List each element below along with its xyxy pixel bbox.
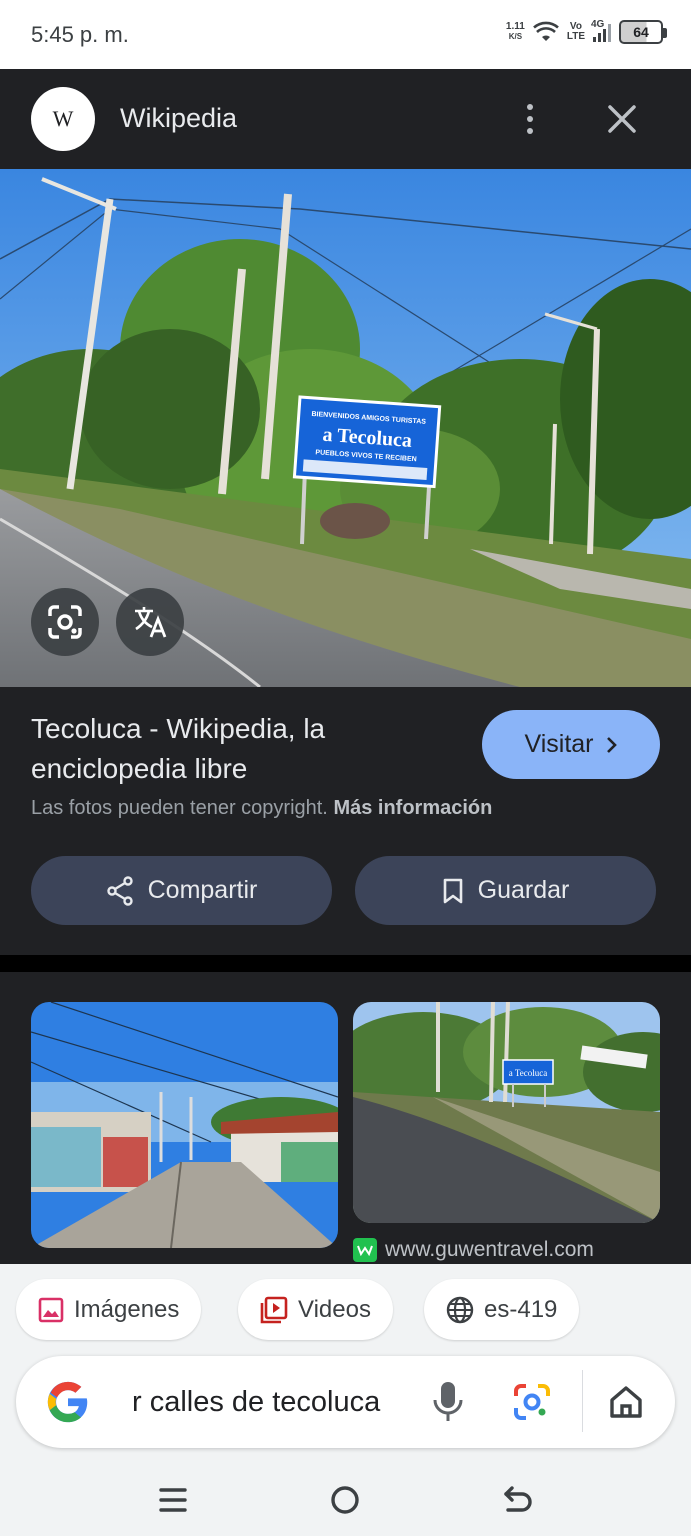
translate-button[interactable]	[116, 588, 184, 656]
home-icon[interactable]	[606, 1382, 646, 1422]
save-button[interactable]: Guardar	[355, 856, 656, 925]
share-button[interactable]: Compartir	[31, 856, 332, 925]
volte-indicator: Vo LTE	[567, 22, 585, 42]
home-nav-icon[interactable]	[325, 1480, 365, 1520]
search-bar[interactable]: r calles de tecoluca	[16, 1356, 675, 1448]
source-domain: www.guwentravel.com	[385, 1238, 594, 1261]
chevron-right-icon	[606, 736, 617, 753]
save-label: Guardar	[477, 876, 570, 904]
net-speed-value: 1.11	[505, 21, 525, 32]
chip-language-label: es-419	[484, 1295, 558, 1323]
lens-icon	[48, 605, 82, 639]
net-speed-unit: K/S	[508, 32, 523, 41]
visit-button[interactable]: Visitar	[482, 710, 660, 779]
more-options-button[interactable]	[510, 95, 550, 143]
related-source[interactable]: www.guwentravel.com	[353, 1238, 594, 1262]
result-title[interactable]: Tecoluca - Wikipedia, la enciclopedia li…	[31, 709, 451, 789]
viewer-header: W Wikipedia	[0, 69, 691, 169]
back-icon[interactable]	[498, 1480, 538, 1520]
chip-videos-label: Videos	[298, 1295, 371, 1323]
status-icons: 1.11 K/S Vo LTE 4G 64	[506, 19, 667, 44]
globe-icon	[446, 1296, 474, 1323]
image-icon	[38, 1297, 64, 1322]
video-icon	[260, 1296, 288, 1323]
google-g-icon	[47, 1381, 88, 1423]
chip-images[interactable]: Imágenes	[16, 1279, 202, 1340]
status-bar: 5:45 p. m. 1.11 K/S Vo LTE 4G 64	[0, 0, 691, 69]
recent-apps-icon[interactable]	[153, 1480, 193, 1520]
visit-label: Visitar	[524, 730, 594, 758]
status-time: 5:45 p. m.	[31, 22, 129, 47]
system-nav-bar	[0, 1460, 691, 1536]
microphone-icon[interactable]	[428, 1380, 468, 1424]
road-sign-photo: a Tecoluca	[353, 1002, 660, 1223]
google-lens-button[interactable]	[31, 588, 99, 656]
more-vert-icon	[527, 104, 533, 110]
result-info: Tecoluca - Wikipedia, la enciclopedia li…	[0, 687, 691, 955]
thumb-sign-text: a Tecoluca	[509, 1068, 547, 1078]
google-lens-icon[interactable]	[512, 1382, 552, 1422]
share-icon	[106, 875, 133, 906]
tecoluca-sign-photo: BIENVENIDOS AMIGOS TURISTAS a Tecoluca P…	[0, 169, 691, 687]
logo-letter: W	[52, 106, 74, 131]
related-image-sign[interactable]: a Tecoluca	[353, 1002, 660, 1223]
more-info-link[interactable]: Más información	[333, 797, 492, 819]
wikipedia-logo: W	[31, 87, 95, 151]
share-label: Compartir	[147, 876, 258, 904]
battery-icon: 64	[619, 20, 667, 44]
site-name[interactable]: Wikipedia	[120, 103, 237, 134]
main-image[interactable]: BIENVENIDOS AMIGOS TURISTAS a Tecoluca P…	[0, 169, 691, 687]
volte-bottom: LTE	[566, 31, 585, 42]
site-favicon-icon	[353, 1238, 377, 1262]
bookmark-icon	[443, 878, 462, 903]
copyright-notice: Las fotos pueden tener copyright. Más in…	[31, 797, 492, 820]
close-icon[interactable]	[598, 95, 646, 143]
wifi-icon	[532, 21, 559, 41]
chip-videos[interactable]: Videos	[238, 1279, 393, 1340]
chip-language[interactable]: es-419	[424, 1279, 580, 1340]
translate-icon	[135, 607, 167, 638]
chip-images-label: Imágenes	[74, 1295, 180, 1323]
signal-icon: 4G	[591, 19, 611, 42]
section-divider	[0, 955, 691, 972]
street-photo	[31, 1002, 338, 1248]
bottom-panel: Imágenes Videos es-419 r calles de tecol…	[0, 1264, 691, 1536]
related-images: a Tecoluca www.guwentravel.com	[0, 972, 691, 1264]
network-type: 4G	[591, 18, 605, 30]
related-image-street[interactable]	[31, 1002, 338, 1248]
battery-level: 64	[633, 24, 649, 40]
copyright-text: Las fotos pueden tener copyright.	[31, 797, 328, 819]
search-bar-divider	[582, 1370, 583, 1432]
net-speed: 1.11 K/S	[506, 22, 525, 42]
search-query[interactable]: r calles de tecoluca	[132, 1386, 422, 1419]
